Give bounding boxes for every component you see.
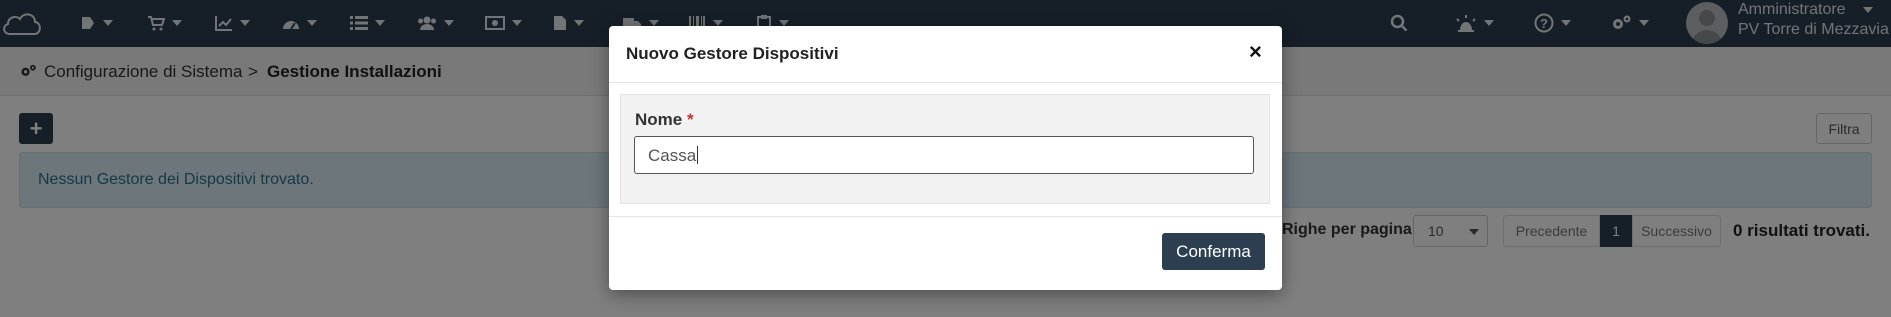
close-icon[interactable]: ×	[1249, 40, 1262, 64]
new-device-manager-modal: Nuovo Gestore Dispositivi × Nome * Cassa…	[609, 26, 1282, 290]
modal-header: Nuovo Gestore Dispositivi ×	[609, 26, 1282, 83]
name-input-value: Cassa	[648, 146, 697, 165]
modal-footer: Conferma	[609, 216, 1282, 291]
required-mark: *	[686, 110, 694, 129]
name-label-text: Nome	[635, 110, 683, 129]
modal-title: Nuovo Gestore Dispositivi	[626, 44, 839, 63]
confirm-button[interactable]: Conferma	[1162, 233, 1265, 270]
text-cursor	[697, 146, 699, 164]
name-field-label: Nome *	[635, 110, 694, 130]
name-input[interactable]: Cassa	[634, 136, 1254, 174]
modal-body: Nome * Cassa	[620, 94, 1270, 204]
